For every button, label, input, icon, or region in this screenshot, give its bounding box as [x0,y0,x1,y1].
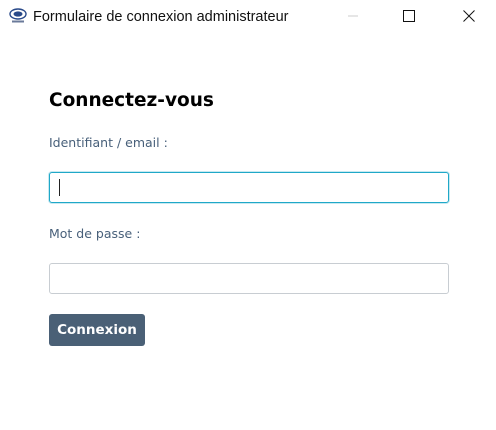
login-button[interactable]: Connexion [49,314,145,346]
identifier-field[interactable] [49,172,449,203]
maximize-icon [403,7,415,26]
close-icon [463,7,475,26]
login-window: Formulaire de connexion administrateur C… [0,0,496,430]
maximize-button[interactable] [386,0,432,32]
page-title: Connectez-vous [49,90,214,111]
window-title: Formulaire de connexion administrateur [33,9,289,25]
title-bar[interactable]: Formulaire de connexion administrateur [0,0,496,32]
identifier-label: Identifiant / email : [49,135,168,150]
close-button[interactable] [446,0,492,32]
password-label: Mot de passe : [49,226,141,241]
password-field[interactable] [49,263,449,294]
text-caret [59,179,60,196]
minimize-icon [347,7,359,26]
minimize-button[interactable] [330,0,376,32]
app-logo-icon [9,8,27,24]
